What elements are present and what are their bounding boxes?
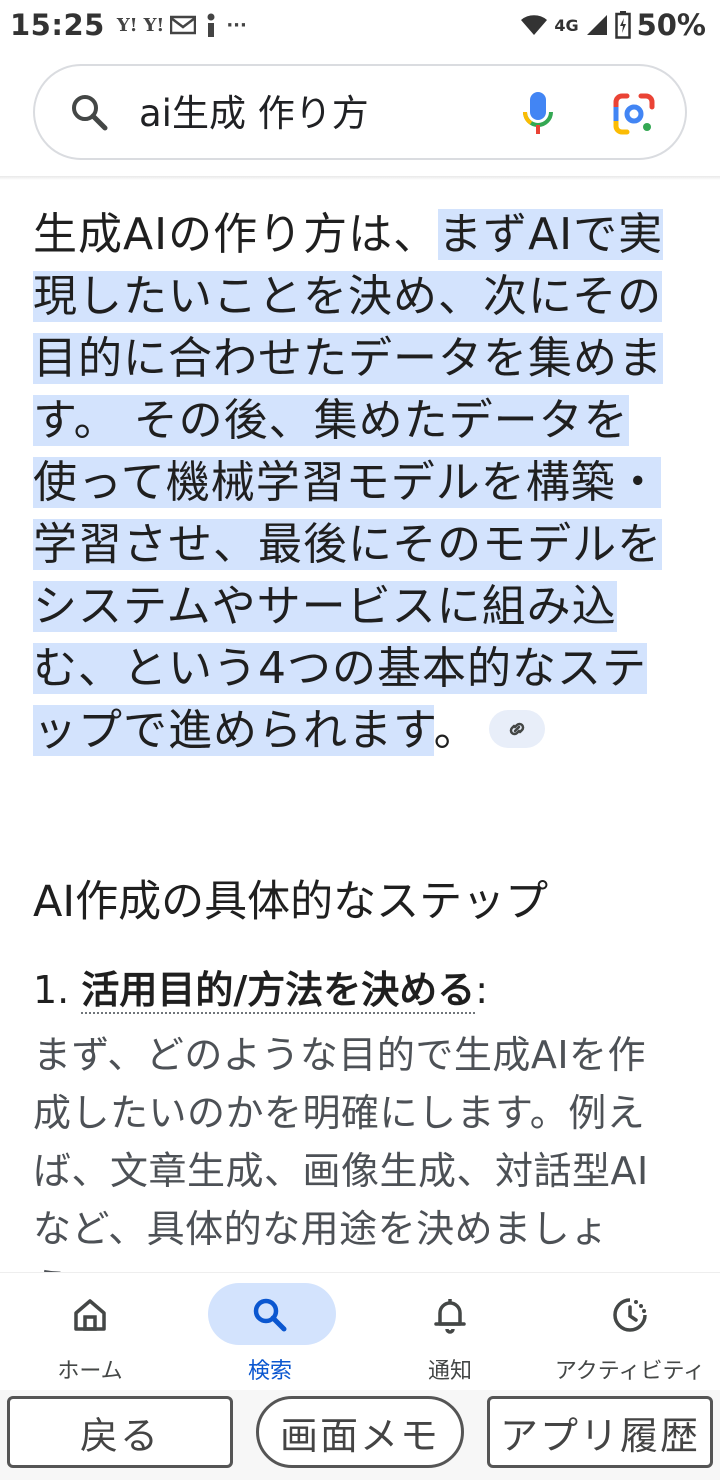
- status-right: 4G 50%: [520, 8, 706, 42]
- step-body: まず、どのような目的で生成AIを作成したいのかを明確にします。例えば、文章生成、…: [33, 1033, 649, 1272]
- status-bar: 15:25 Y! Y! ··· 4G 50%: [0, 0, 720, 50]
- signal-icon: [586, 15, 607, 35]
- header-divider: [0, 176, 720, 180]
- more-notifications-icon: ···: [226, 14, 247, 36]
- nav-item-home[interactable]: ホーム: [0, 1273, 180, 1391]
- battery-icon: [614, 11, 631, 39]
- section-heading: AI作成の具体的なステップ: [33, 877, 549, 927]
- search-icon: [72, 95, 108, 131]
- step-title: 1. 活用目的/方法を決める:: [33, 962, 673, 1018]
- back-button[interactable]: 戻る: [7, 1396, 233, 1468]
- home-icon: [74, 1299, 106, 1331]
- notification-icons: Y! Y! ···: [117, 12, 247, 38]
- status-time: 15:25: [10, 8, 105, 42]
- ai-overview-answer: 生成AIの作り方は、まずAIで実現したいことを決め、次にその目的に合わせたデータ…: [33, 204, 673, 762]
- nav-label-notifications: 通知: [427, 1359, 472, 1384]
- nav-label-home: ホーム: [57, 1359, 123, 1384]
- step-title-term[interactable]: 活用目的/方法を決める: [81, 968, 476, 1014]
- system-button-bar: 戻る 画面メモ アプリ履歴: [0, 1390, 720, 1480]
- nav-item-notifications[interactable]: 通知: [360, 1273, 540, 1391]
- microphone-icon[interactable]: [521, 90, 555, 138]
- nav-item-search[interactable]: 検索: [180, 1273, 360, 1391]
- answer-intro: 生成AIの作り方は、: [33, 209, 439, 260]
- search-input[interactable]: [139, 88, 499, 131]
- answer-end: 。: [433, 705, 479, 756]
- source-link-chip[interactable]: [488, 710, 545, 748]
- nav-label-activity: アクティビティ: [554, 1359, 706, 1384]
- google-lens-icon[interactable]: [613, 93, 655, 135]
- search-bar[interactable]: [33, 64, 687, 160]
- yahoo-icon: Y!: [116, 14, 138, 36]
- wifi-icon: [521, 15, 548, 35]
- nav-label-search: 検索: [247, 1359, 292, 1384]
- mail-icon: [170, 15, 197, 35]
- search-icon: [253, 1298, 287, 1332]
- battery-level: 50%: [636, 8, 706, 42]
- yahoo-icon: Y!: [143, 14, 165, 36]
- activity-icon: [613, 1298, 647, 1332]
- network-type: 4G: [554, 15, 579, 35]
- nav-item-activity[interactable]: アクティビティ: [540, 1273, 720, 1391]
- link-icon: [509, 722, 524, 736]
- step-number: 1.: [33, 968, 70, 1012]
- info-icon: [207, 13, 215, 37]
- bottom-navigation: ホーム 検索 通知 アクティビティ: [0, 1272, 720, 1390]
- screen-memo-button[interactable]: 画面メモ: [256, 1396, 464, 1468]
- answer-highlight: まずAIで実現したいことを決め、次にその目的に合わせたデータを集めます。 その後…: [33, 209, 664, 756]
- step-colon: :: [475, 968, 489, 1012]
- bell-icon: [434, 1299, 466, 1334]
- recent-apps-button[interactable]: アプリ履歴: [487, 1396, 713, 1468]
